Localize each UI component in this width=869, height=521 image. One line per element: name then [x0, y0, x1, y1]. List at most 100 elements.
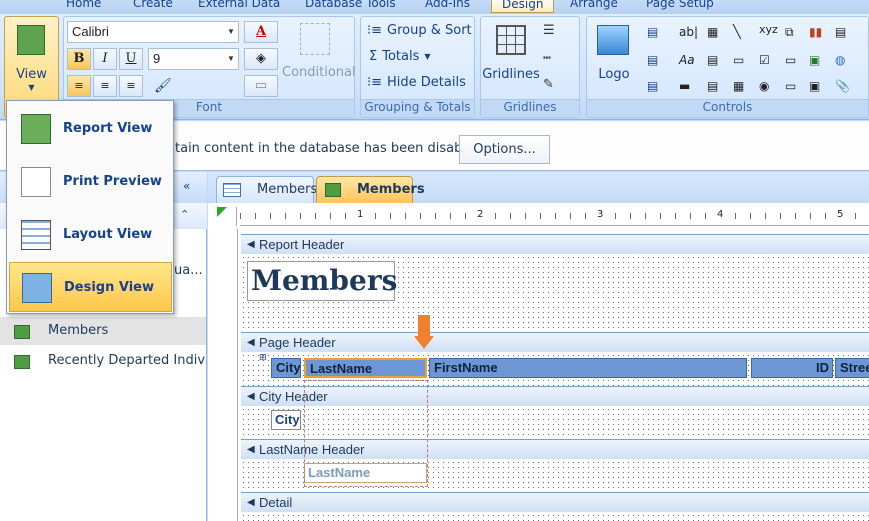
section-arrow-icon: ◀ [247, 239, 255, 250]
italic-button[interactable]: I [93, 48, 117, 70]
collapse-group-icon[interactable]: ⌃ [180, 208, 189, 221]
tab-design[interactable]: Design [491, 0, 555, 13]
tab-home[interactable]: Home [66, 0, 101, 10]
section-page-header[interactable]: ◀ Page Header [241, 332, 869, 352]
group-sort-label: Group & Sort [387, 23, 472, 38]
collapse-nav-icon[interactable]: « [183, 179, 190, 193]
nav-item-partial[interactable]: ua... [174, 263, 203, 278]
line-color-button[interactable]: ▭ [244, 75, 278, 97]
tab-page-setup[interactable]: Page Setup [646, 0, 714, 10]
textbox-lastname[interactable]: LastName [304, 463, 427, 483]
chevron-down-icon: ▼ [227, 27, 235, 36]
logo-button[interactable]: Logo [591, 67, 637, 82]
subform-control-icon[interactable]: ▤ [835, 25, 846, 39]
menu-design-view[interactable]: Design View [9, 262, 172, 312]
title-icon[interactable]: ▤ [647, 53, 658, 67]
bold-button[interactable]: B [67, 48, 91, 70]
insert-arrow-head [414, 336, 434, 349]
section-report-header[interactable]: ◀ Report Header [241, 234, 869, 254]
hide-details-button[interactable]: ⁝≡ Hide Details [367, 75, 466, 90]
ruler-mark: 2 [477, 209, 484, 220]
tab-external-data[interactable]: External Data [198, 0, 280, 10]
nav-item-members[interactable]: Members [0, 317, 206, 345]
toggle-control-icon[interactable]: xyz [759, 23, 778, 36]
tab-create[interactable]: Create [133, 0, 173, 10]
gridlines-button[interactable]: Gridlines [481, 67, 541, 82]
page-number-icon[interactable]: ▤ [647, 25, 658, 39]
rectangle-control-icon[interactable]: ▭ [733, 53, 744, 67]
tab-database-tools[interactable]: Database Tools [305, 0, 396, 10]
list-control-icon[interactable]: ▤ [707, 53, 718, 67]
line-thickness-icon[interactable]: ☰ [543, 23, 555, 38]
tab-add-ins[interactable]: Add-Ins [425, 0, 470, 10]
label-firstname[interactable]: FirstName [429, 358, 747, 378]
tab-arrange[interactable]: Arrange [570, 0, 618, 10]
nav-item-label: Recently Departed Indivi... [48, 353, 206, 368]
layout-selector-icon[interactable]: ⊞ [259, 353, 267, 363]
menu-report-view[interactable]: Report View [9, 104, 172, 154]
vertical-ruler[interactable] [218, 229, 238, 521]
tab-control-icon[interactable]: ⧉ [785, 25, 794, 40]
label-control-icon[interactable]: Aa [679, 53, 695, 67]
tab-label: Members [357, 182, 425, 197]
label-city[interactable]: City [271, 358, 301, 378]
line-type-icon[interactable]: ┅ [543, 51, 551, 66]
chart-control-icon[interactable]: ▮▮ [809, 25, 822, 39]
menu-layout-view[interactable]: Layout View [9, 210, 172, 260]
design-view-icon [22, 273, 52, 303]
page-header-grid: City LastName FirstName ID Stree ⊞ [241, 353, 869, 386]
checkbox-control-icon[interactable]: ☑ [759, 53, 770, 67]
button-control-icon[interactable]: ▬ [679, 79, 690, 93]
font-color-button[interactable]: A [244, 21, 278, 43]
section-detail[interactable]: ◀ Detail [241, 492, 869, 512]
report-title[interactable]: Members [247, 261, 397, 301]
format-painter-icon[interactable]: 🖌 [154, 78, 172, 94]
combo-control-icon[interactable]: ▦ [707, 25, 718, 39]
layout-view-icon [21, 220, 51, 250]
label-id[interactable]: ID [751, 358, 833, 378]
horizontal-ruler[interactable]: 1 2 3 4 5 [240, 207, 869, 226]
align-left-button[interactable]: ≡ [67, 75, 91, 97]
font-name-combo[interactable]: Calibri ▼ [67, 21, 239, 43]
ruler-mark: 1 [357, 209, 364, 220]
menu-print-preview[interactable]: Print Preview [9, 157, 172, 207]
textbox-control-icon[interactable]: ab| [679, 25, 698, 39]
bound-frame-icon[interactable]: ▭ [785, 79, 796, 93]
section-label: LastName Header [259, 442, 365, 457]
fill-color-button[interactable]: ◈ [244, 48, 278, 70]
page-break-icon[interactable]: ▭ [785, 53, 796, 67]
unbound-frame-icon[interactable]: ▣ [809, 79, 820, 93]
label-street[interactable]: Stree [835, 358, 869, 378]
frame-control-icon[interactable]: ▦ [733, 79, 744, 93]
line-color-icon[interactable]: ✎ [543, 77, 554, 92]
report-selector[interactable] [217, 207, 237, 226]
option-group-icon[interactable]: ▤ [707, 79, 718, 93]
date-time-icon[interactable]: ▤ [647, 79, 658, 93]
options-button[interactable]: Options... [459, 135, 550, 164]
report-icon [325, 183, 341, 197]
align-right-button[interactable]: ≡ [119, 75, 143, 97]
hyperlink-control-icon[interactable]: ◍ [835, 53, 845, 67]
align-center-button[interactable]: ≡ [93, 75, 117, 97]
view-icon [17, 25, 45, 55]
section-city-header[interactable]: ◀ City Header [241, 386, 869, 406]
group-sort-icon: ⁝≡ [367, 23, 383, 38]
conditional-button[interactable]: Conditional [282, 65, 356, 80]
label-lastname[interactable]: LastName [304, 358, 427, 378]
image-control-icon[interactable]: ▣ [809, 53, 820, 67]
attachment-icon[interactable]: 📎 [835, 79, 850, 93]
gridlines-icon [496, 25, 526, 55]
nav-item-recently-departed[interactable]: Recently Departed Indivi... [0, 347, 206, 375]
textbox-city[interactable]: City [271, 410, 301, 430]
underline-button[interactable]: U [119, 48, 143, 70]
line-control-icon[interactable]: ╲ [733, 25, 741, 40]
section-label: Page Header [259, 335, 336, 350]
group-sort-button[interactable]: ⁝≡ Group & Sort [367, 23, 472, 38]
totals-button[interactable]: Σ Totals ▼ [369, 49, 431, 64]
option-button-icon[interactable]: ◉ [759, 79, 769, 93]
section-lastname-header[interactable]: ◀ LastName Header [241, 439, 869, 459]
font-size-combo[interactable]: 9 ▼ [148, 48, 239, 70]
print-preview-icon [21, 167, 51, 197]
tab-members-report[interactable]: Members [316, 176, 425, 203]
tab-members-table[interactable]: Members [216, 176, 317, 203]
